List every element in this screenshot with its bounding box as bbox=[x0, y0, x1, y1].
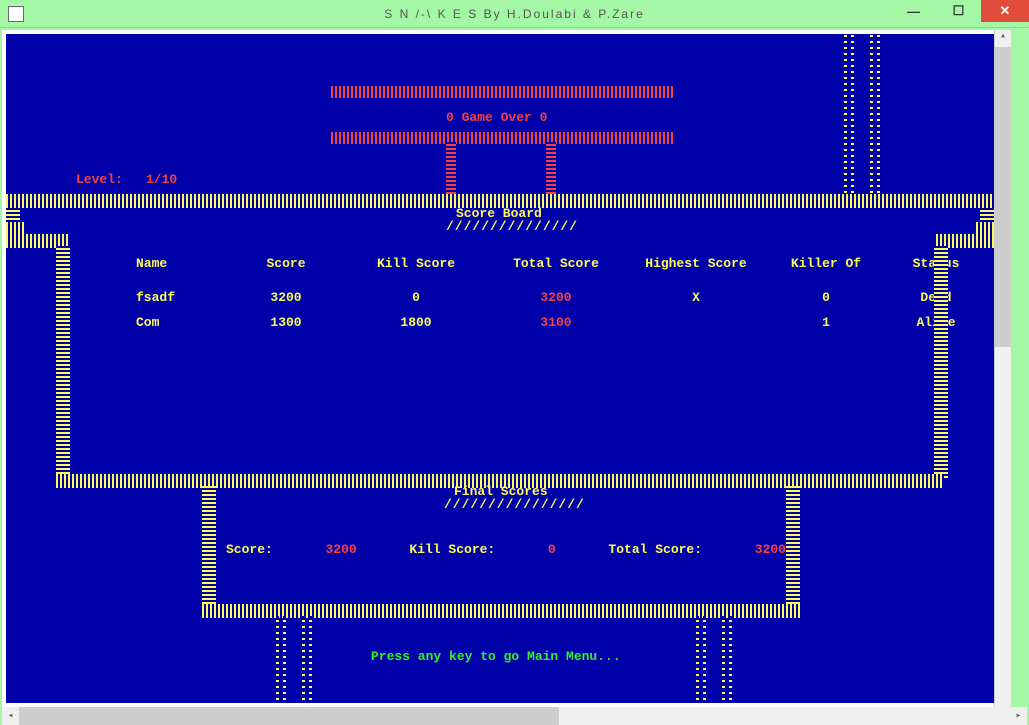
game-over-text: 0 Game Over 0 bbox=[446, 110, 547, 125]
final-total-label: Total Score: bbox=[608, 542, 702, 557]
col-high: Highest Score bbox=[626, 256, 766, 271]
border-line bbox=[870, 34, 880, 199]
scoreboard-header-row: Name Score Kill Score Total Score Highes… bbox=[76, 256, 936, 271]
titlebar: S N /-\ K E S By H.Doulabi & P.Zare — ☐ … bbox=[0, 0, 1029, 28]
final-hatch: //////////////// bbox=[444, 497, 585, 512]
col-score: Score bbox=[226, 256, 346, 271]
final-score-label: Score: bbox=[226, 542, 273, 557]
border-line bbox=[844, 34, 854, 199]
cell-killer: 0 bbox=[766, 290, 886, 305]
border-line bbox=[56, 246, 70, 478]
window-title: S N /-\ K E S By H.Doulabi & P.Zare bbox=[384, 7, 645, 21]
final-kill-label: Kill Score: bbox=[409, 542, 495, 557]
vertical-scrollbar[interactable]: ▴ bbox=[994, 30, 1011, 707]
final-scores-row: Score: 3200 Kill Score: 0 Total Score: 3… bbox=[226, 542, 786, 557]
cell-name: fsadf bbox=[76, 290, 226, 305]
cell-name: Com bbox=[76, 315, 226, 330]
border-line bbox=[786, 486, 800, 608]
cell-high bbox=[626, 315, 766, 330]
close-button[interactable]: ✕ bbox=[981, 0, 1029, 22]
scroll-left-icon[interactable]: ◂ bbox=[2, 710, 19, 722]
level-value: 1/10 bbox=[146, 172, 177, 187]
col-kill: Kill Score bbox=[346, 256, 486, 271]
scoreboard-row: fsadf 3200 0 3200 X 0 Dead bbox=[76, 290, 936, 305]
cell-high: X bbox=[626, 290, 766, 305]
gameover-pillar bbox=[446, 142, 456, 198]
cell-total: 3100 bbox=[486, 315, 626, 330]
cell-kill: 0 bbox=[346, 290, 486, 305]
cell-killer: 1 bbox=[766, 315, 886, 330]
border-line bbox=[696, 616, 706, 703]
gameover-pillar bbox=[546, 142, 556, 198]
cell-kill: 1800 bbox=[346, 315, 486, 330]
border-line bbox=[276, 616, 286, 703]
col-killer: Killer Of bbox=[766, 256, 886, 271]
cell-score: 1300 bbox=[226, 315, 346, 330]
gameover-border-bottom bbox=[331, 132, 673, 144]
level-label: Level: bbox=[76, 172, 123, 187]
client-area: 0 Game Over 0 Level: 1/10 Score Board //… bbox=[2, 30, 1011, 707]
border-line bbox=[202, 486, 216, 608]
minimize-button[interactable]: — bbox=[891, 0, 936, 22]
scroll-up-icon[interactable]: ▴ bbox=[995, 30, 1011, 47]
cell-total: 3200 bbox=[486, 290, 626, 305]
horizontal-scrollbar[interactable]: ◂ ▸ bbox=[2, 707, 1027, 725]
app-icon bbox=[8, 6, 24, 22]
divider bbox=[202, 604, 800, 618]
final-score-value: 3200 bbox=[326, 542, 357, 557]
prompt-text: Press any key to go Main Menu... bbox=[371, 649, 621, 664]
final-kill-value: 0 bbox=[548, 542, 556, 557]
cell-score: 3200 bbox=[226, 290, 346, 305]
game-console[interactable]: 0 Game Over 0 Level: 1/10 Score Board //… bbox=[6, 34, 994, 703]
scroll-thumb[interactable] bbox=[19, 707, 559, 725]
border-line bbox=[302, 616, 312, 703]
maximize-button[interactable]: ☐ bbox=[936, 0, 981, 22]
scroll-thumb[interactable] bbox=[995, 47, 1011, 347]
scoreboard-row: Com 1300 1800 3100 1 Alive bbox=[76, 315, 936, 330]
col-name: Name bbox=[76, 256, 226, 271]
gameover-border-top bbox=[331, 86, 673, 98]
final-total-value: 3200 bbox=[755, 542, 786, 557]
col-total: Total Score bbox=[486, 256, 626, 271]
scroll-right-icon[interactable]: ▸ bbox=[1010, 710, 1027, 722]
scoreboard-hatch: /////////////// bbox=[446, 219, 578, 234]
border-line bbox=[722, 616, 732, 703]
border-line bbox=[934, 246, 948, 478]
